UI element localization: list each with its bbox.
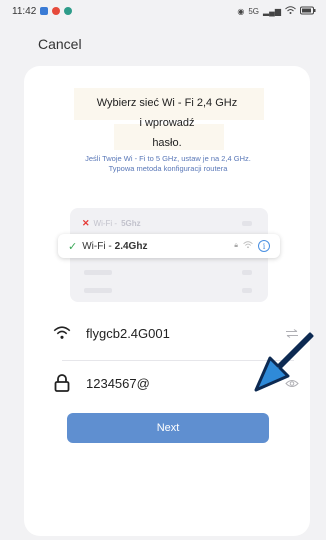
note-line: Jeśli Twoje Wi - Fi to 5 GHz, ustaw je n…	[85, 154, 251, 163]
alarm-icon: ◉	[237, 6, 245, 16]
wifi-setup-card: Wybierz sieć Wi - Fi 2,4 GHz i wprowadź …	[24, 66, 310, 536]
wifi-small-icon	[243, 241, 253, 251]
password-value: 1234567@	[86, 375, 150, 391]
right-band-prefix: Wi-Fi -	[82, 240, 112, 252]
status-time: 11:42	[12, 5, 37, 17]
status-left: 11:42	[12, 5, 73, 17]
correct-band-row: ✓ Wi-Fi - 2.4Ghz 🔒︎ i	[58, 234, 280, 258]
info-icon: i	[258, 240, 270, 252]
placeholder-bar	[242, 221, 252, 226]
placeholder-bar	[242, 270, 252, 275]
signal-icon: ▂▄▆	[263, 6, 281, 16]
router-config-link[interactable]: Jeśli Twoje Wi - Fi to 5 GHz, ustaw je n…	[44, 154, 292, 174]
note-line: Typowa metoda konfiguracji routera	[108, 164, 228, 173]
title-line: hasło.	[152, 137, 182, 149]
wrong-band-label: 5Ghz	[121, 218, 141, 228]
battery-icon	[300, 6, 316, 17]
ssid-value: flygcb2.4G001	[86, 325, 170, 341]
placeholder-bar	[242, 288, 252, 293]
status-right: ◉ 5G ▂▄▆	[237, 5, 316, 17]
check-icon: ✓	[68, 240, 78, 253]
wifi-status-icon	[285, 5, 296, 17]
app-notification-icon	[52, 7, 61, 15]
right-band-label: 2.4Ghz	[114, 240, 148, 252]
lock-icon: 🔒︎	[234, 242, 238, 249]
title-line: Wybierz sieć Wi - Fi 2,4 GHz	[96, 97, 238, 109]
title-line: i wprowadź	[139, 117, 195, 129]
network-icons: 🔒︎ i	[234, 240, 270, 252]
network-type: 5G	[248, 6, 260, 16]
wrong-band-prefix: Wi-Fi -	[93, 218, 118, 228]
instruction-title: Wybierz sieć Wi - Fi 2,4 GHz i wprowadź …	[54, 93, 280, 153]
status-bar: 11:42 ◉ 5G ▂▄▆	[0, 0, 326, 22]
app-notification-icon	[40, 7, 49, 15]
lock-icon	[52, 373, 72, 393]
cross-icon: ✕	[82, 217, 90, 228]
placeholder-bar	[84, 288, 112, 293]
wrong-band-row: ✕ Wi-Fi - 5Ghz	[82, 216, 141, 230]
placeholder-bar	[84, 270, 112, 275]
app-notification-icon	[64, 7, 73, 15]
pointer-arrow-icon	[254, 332, 314, 392]
cancel-button[interactable]: Cancel	[38, 36, 82, 52]
wifi-icon	[52, 323, 72, 343]
